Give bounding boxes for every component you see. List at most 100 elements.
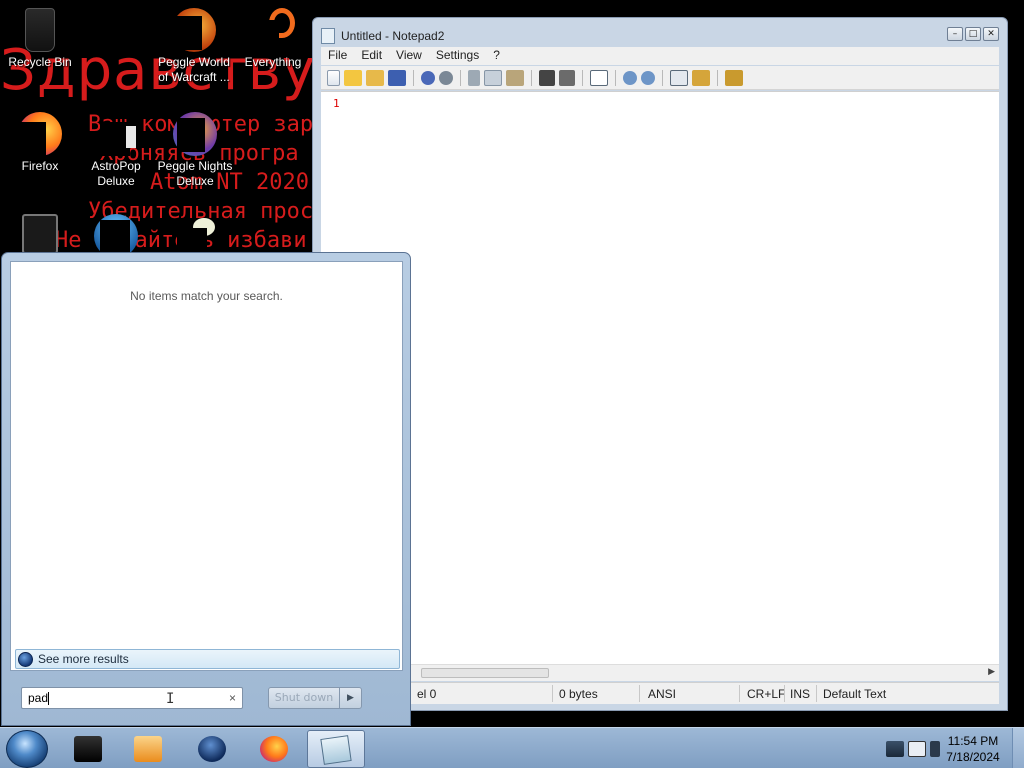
window-title: Untitled - Notepad2 [341, 29, 445, 43]
redo-icon[interactable] [439, 70, 453, 85]
exit-icon[interactable] [725, 69, 743, 86]
status-position: el 0 [417, 687, 437, 701]
everything-search-icon [251, 8, 295, 52]
taskbar-app-globe[interactable] [184, 730, 242, 768]
search-input[interactable]: pad I × [21, 687, 243, 709]
shutdown-options-button[interactable]: ▶ [339, 687, 362, 709]
save-icon[interactable] [388, 69, 406, 86]
peggle-nights-icon [173, 112, 217, 156]
taskbar-app-media-player[interactable] [120, 730, 178, 768]
taskbar-app-notepad2[interactable] [307, 730, 365, 768]
firefox-icon [18, 112, 62, 156]
open-folder-icon[interactable] [344, 69, 362, 86]
notepad-window[interactable]: Untitled - Notepad2 – □ ✕ File Edit View… [312, 17, 1008, 711]
status-bar: el 0 0 bytes ANSI CR+LF INS Default Text [321, 682, 999, 704]
status-separator [739, 685, 740, 702]
volume-icon[interactable] [930, 741, 940, 757]
find-icon[interactable] [539, 69, 555, 86]
network-icon[interactable] [886, 741, 904, 757]
desktop-icon-label: Firefox [21, 159, 59, 173]
desktop-icon-everything[interactable]: Everything [233, 8, 313, 70]
see-more-label: See more results [38, 652, 129, 666]
text-editor-area[interactable]: 1 [321, 91, 999, 664]
zoom-out-icon[interactable] [641, 70, 655, 85]
cut-icon[interactable] [468, 69, 480, 86]
scheme-icon[interactable] [670, 69, 688, 86]
media-center-icon [74, 736, 102, 762]
toolbar-separator [662, 69, 663, 86]
desktop-icon-astropop[interactable]: AstroPop Deluxe [76, 112, 156, 189]
toolbar-separator [413, 69, 414, 86]
horizontal-scrollbar[interactable]: ▶ [321, 664, 999, 681]
scrollbar-thumb[interactable] [421, 668, 549, 678]
toolbar-separator [582, 69, 583, 86]
document-icon [22, 214, 58, 254]
ibeam-cursor-icon: I [166, 691, 175, 707]
status-separator [784, 685, 785, 702]
paste-icon[interactable] [506, 69, 524, 86]
status-mode: INS [790, 687, 811, 701]
line-number: 1 [333, 97, 340, 110]
notepad-titlebar[interactable]: Untitled - Notepad2 [321, 26, 444, 46]
toolbar-separator [717, 69, 718, 86]
desktop-icon-peggle-wow[interactable]: Peggle World of Warcraft ... [154, 8, 234, 85]
astropop-icon [94, 112, 138, 156]
toolbar [321, 66, 999, 90]
copy-icon[interactable] [484, 69, 502, 86]
toolbar-separator [460, 69, 461, 86]
close-button[interactable]: ✕ [983, 27, 999, 41]
media-player-icon [134, 736, 162, 762]
search-value: pad [28, 691, 49, 705]
status-separator [639, 685, 640, 702]
browse-icon[interactable] [366, 69, 384, 86]
status-line-endings: CR+LF [747, 687, 786, 701]
search-globe-icon [18, 651, 33, 667]
start-menu: No items match your search. See more res… [1, 252, 411, 726]
see-more-results-button[interactable]: See more results [15, 649, 400, 669]
menu-help[interactable]: ? [486, 47, 507, 65]
maximize-button[interactable]: □ [965, 27, 981, 41]
window-controls: – □ ✕ [947, 27, 999, 41]
new-file-icon[interactable] [327, 69, 340, 86]
desktop-icon-partial[interactable] [0, 214, 80, 257]
scroll-right-icon[interactable]: ▶ [988, 667, 995, 677]
menu-bar: File Edit View Settings ? [321, 47, 999, 65]
zoom-in-icon[interactable] [623, 70, 637, 85]
text-caret [48, 692, 50, 706]
status-separator [552, 685, 553, 702]
clock[interactable]: 11:54 PM 7/18/2024 [940, 733, 1006, 765]
notepad2-icon [320, 735, 352, 765]
menu-edit[interactable]: Edit [354, 47, 389, 65]
replace-icon[interactable] [559, 69, 575, 86]
taskbar: 11:54 PM 7/18/2024 [0, 727, 1024, 768]
clock-date: 7/18/2024 [946, 750, 1000, 764]
toolbar-separator [531, 69, 532, 86]
show-desktop-button[interactable] [1012, 728, 1024, 768]
globe-app-icon [198, 736, 226, 762]
menu-view[interactable]: View [389, 47, 429, 65]
undo-icon[interactable] [421, 70, 435, 85]
minimize-button[interactable]: – [947, 27, 963, 41]
taskbar-app-media-center[interactable] [60, 730, 118, 768]
taskbar-app-firefox[interactable] [246, 730, 304, 768]
search-results-panel: No items match your search. See more res… [10, 261, 403, 671]
clock-time: 11:54 PM [947, 734, 999, 748]
recycle-bin-icon [25, 8, 55, 52]
customize-icon[interactable] [692, 69, 710, 86]
menu-settings[interactable]: Settings [429, 47, 486, 65]
desktop-icon-firefox[interactable]: Firefox [0, 112, 80, 174]
start-button[interactable] [6, 730, 48, 768]
desktop-icon-recycle-bin[interactable]: Recycle Bin [0, 8, 80, 70]
clear-search-icon[interactable]: × [229, 691, 236, 705]
no-results-message: No items match your search. [130, 289, 283, 303]
menu-file[interactable]: File [321, 47, 354, 65]
shutdown-button[interactable]: Shut down [268, 687, 340, 709]
desktop-icon-label: Peggle Nights Deluxe [157, 159, 233, 188]
status-size: 0 bytes [559, 687, 598, 701]
tray-app-icon[interactable] [908, 741, 926, 757]
word-wrap-icon[interactable] [590, 69, 608, 86]
toolbar-separator [615, 69, 616, 86]
system-tray [886, 732, 940, 766]
desktop-icon-label: Peggle World of Warcraft ... [158, 55, 230, 84]
desktop-icon-peggle-nights[interactable]: Peggle Nights Deluxe [155, 112, 235, 189]
